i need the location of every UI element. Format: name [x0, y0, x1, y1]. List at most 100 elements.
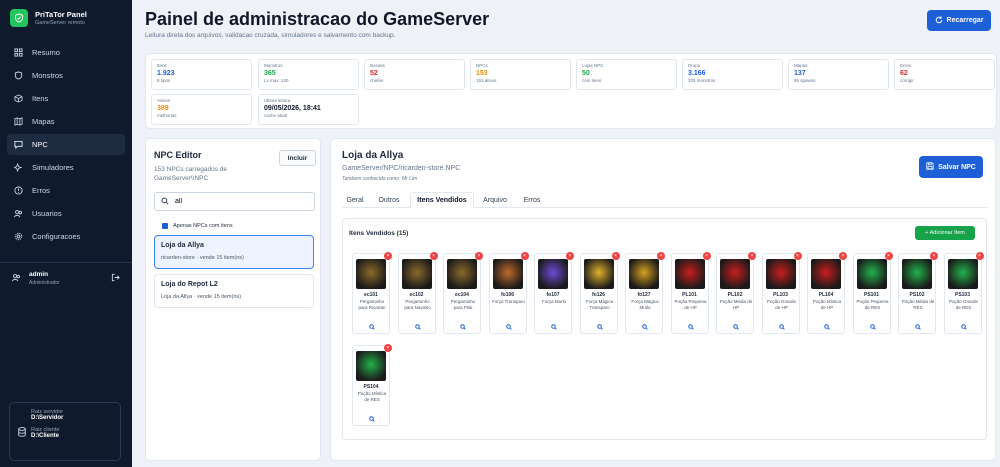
- stat-value: 50: [582, 70, 590, 77]
- item-card[interactable]: × PL102 Poção Média de HP: [716, 252, 756, 334]
- remove-item-icon[interactable]: ×: [748, 252, 756, 260]
- sparkles-icon: [13, 163, 23, 173]
- item-name: Força Mágica Transparo: [585, 299, 614, 310]
- item-card[interactable]: × fo107 Força Murki: [534, 252, 574, 334]
- sidebar-item-monstros[interactable]: Monstros: [7, 65, 125, 86]
- tab-arquivo[interactable]: Arquivo: [476, 192, 514, 208]
- item-code: PS104: [363, 384, 379, 390]
- page-title: Painel de administracao do GameServer: [145, 9, 490, 29]
- zoom-icon[interactable]: [367, 415, 377, 423]
- zoom-icon[interactable]: [686, 323, 696, 331]
- sidebar-item-erros[interactable]: Erros: [7, 180, 125, 201]
- remove-item-icon[interactable]: ×: [475, 252, 483, 260]
- npc-list-item[interactable]: Loja da Allya ricarden-store · vende 15 i…: [154, 235, 314, 269]
- item-card[interactable]: × fo127 Força Mágica Murki: [625, 252, 665, 334]
- sidebar-item-usuarios[interactable]: Usuarios: [7, 203, 125, 224]
- sidebar-item-itens[interactable]: Itens: [7, 88, 125, 109]
- zoom-icon[interactable]: [549, 323, 559, 331]
- tab-erros[interactable]: Erros: [518, 192, 546, 208]
- stat-label: Avisos: [157, 98, 171, 103]
- npc-list-item[interactable]: Loja do Repot L2 Loja da Allya · vende 15…: [154, 274, 314, 308]
- filter-checkbox[interactable]: [162, 223, 168, 229]
- stat-label: Monstros: [264, 63, 283, 68]
- include-button[interactable]: Incluir: [279, 150, 316, 166]
- item-card[interactable]: × PL101 Poção Pequena de HP: [670, 252, 711, 334]
- user-section: admin Administrador: [0, 262, 132, 294]
- zoom-icon[interactable]: [504, 323, 514, 331]
- remove-item-icon[interactable]: ×: [429, 252, 438, 260]
- zoom-icon[interactable]: [595, 323, 605, 331]
- remove-item-icon[interactable]: ×: [839, 252, 847, 260]
- tab-itens-vendidos[interactable]: Itens Vendidos: [410, 192, 474, 208]
- sidebar-item-label: Monstros: [32, 71, 63, 80]
- zoom-icon[interactable]: [367, 323, 377, 331]
- sidebar-item-npc[interactable]: NPC: [7, 134, 125, 155]
- sidebar-item-configuracoes[interactable]: Configuracoes: [7, 226, 125, 247]
- main-content: Painel de administracao do GameServer Le…: [132, 0, 1000, 467]
- remove-item-icon[interactable]: ×: [611, 252, 620, 260]
- zoom-icon[interactable]: [777, 323, 787, 331]
- users-icon: [13, 209, 23, 219]
- box-icon: [13, 94, 23, 104]
- item-card[interactable]: × PS101 Poção Pequena de RES: [852, 252, 893, 334]
- tab-geral[interactable]: Geral: [342, 192, 368, 208]
- stat-card: Itens 1.923 8 tipos: [151, 59, 252, 90]
- item-image: [765, 259, 796, 289]
- remove-item-icon[interactable]: ×: [384, 252, 392, 260]
- sidebar-item-resumo[interactable]: Resumo: [7, 42, 125, 63]
- sidebar-item-simuladores[interactable]: Simuladores: [7, 157, 125, 178]
- item-card[interactable]: × PL103 Poção Grande de HP: [761, 252, 802, 334]
- add-item-button[interactable]: + Adicionar Item: [915, 226, 975, 240]
- item-image: [856, 259, 887, 289]
- zoom-icon[interactable]: [458, 323, 468, 331]
- npc-name: Loja da Allya: [161, 242, 204, 249]
- stat-hint: corrigir: [900, 78, 914, 83]
- item-card[interactable]: × ec102 Pergaminho para Navisko: [397, 252, 438, 334]
- remove-item-icon[interactable]: ×: [884, 252, 893, 260]
- stat-value: 389: [157, 105, 169, 112]
- remove-item-icon[interactable]: ×: [384, 344, 392, 352]
- zoom-icon[interactable]: [868, 323, 878, 331]
- tab-outros[interactable]: Outros: [371, 192, 407, 208]
- save-npc-button[interactable]: Salvar NPC: [919, 156, 983, 178]
- zoom-icon[interactable]: [640, 323, 650, 331]
- database-icon: [18, 427, 26, 439]
- item-name: Poção Grande de HP: [766, 299, 797, 310]
- remove-item-icon[interactable]: ×: [657, 252, 665, 260]
- remove-item-icon[interactable]: ×: [702, 252, 711, 260]
- reload-button[interactable]: Recarregar: [927, 10, 991, 31]
- item-card[interactable]: × PS102 Poção Média de RES: [898, 252, 938, 334]
- item-image: [447, 259, 477, 289]
- item-card[interactable]: × PS104 Poção Mística de RES: [352, 344, 392, 426]
- item-card[interactable]: × fo106 Força Transparo: [488, 252, 529, 334]
- logout-icon[interactable]: [111, 273, 120, 284]
- item-image: [811, 259, 841, 289]
- stats-panel: Itens 1.923 8 tipos Monstros 365 Lv max: 130 B…: [145, 53, 997, 129]
- item-name: Poção Mística de RES: [357, 391, 387, 402]
- item-image: [583, 259, 614, 289]
- item-card[interactable]: × fo126 Força Mágica Transparo: [579, 252, 620, 334]
- item-code: ec101: [364, 292, 378, 298]
- remove-item-icon[interactable]: ×: [793, 252, 802, 260]
- remove-item-icon[interactable]: ×: [520, 252, 529, 260]
- map-icon: [13, 117, 23, 127]
- filter-npcs-with-items[interactable]: Apenas NPCs com itens: [162, 223, 233, 229]
- sidebar: PriTaTor Panel GameServer remoto Resumo M…: [0, 0, 132, 467]
- remove-item-icon[interactable]: ×: [566, 252, 574, 260]
- zoom-icon[interactable]: [959, 323, 969, 331]
- item-card[interactable]: × ec104 Pergaminho para Pilai: [443, 252, 483, 334]
- sidebar-item-label: NPC: [32, 140, 48, 149]
- sidebar-item-label: Usuarios: [32, 209, 62, 218]
- npc-search-input[interactable]: [175, 198, 305, 205]
- remove-item-icon[interactable]: ×: [930, 252, 938, 260]
- zoom-icon[interactable]: [822, 323, 832, 331]
- zoom-icon[interactable]: [731, 323, 741, 331]
- item-card[interactable]: × ec101 Pergaminho para Ricartan: [352, 252, 392, 334]
- item-card[interactable]: × PS103 Poção Grande de RES: [943, 252, 984, 334]
- zoom-icon[interactable]: [413, 323, 423, 331]
- zoom-icon[interactable]: [913, 323, 923, 331]
- sidebar-item-mapas[interactable]: Mapas: [7, 111, 125, 132]
- remove-item-icon[interactable]: ×: [975, 252, 984, 260]
- stat-hint: chefes: [370, 78, 384, 83]
- item-card[interactable]: × PL104 Poção Mística de HP: [807, 252, 847, 334]
